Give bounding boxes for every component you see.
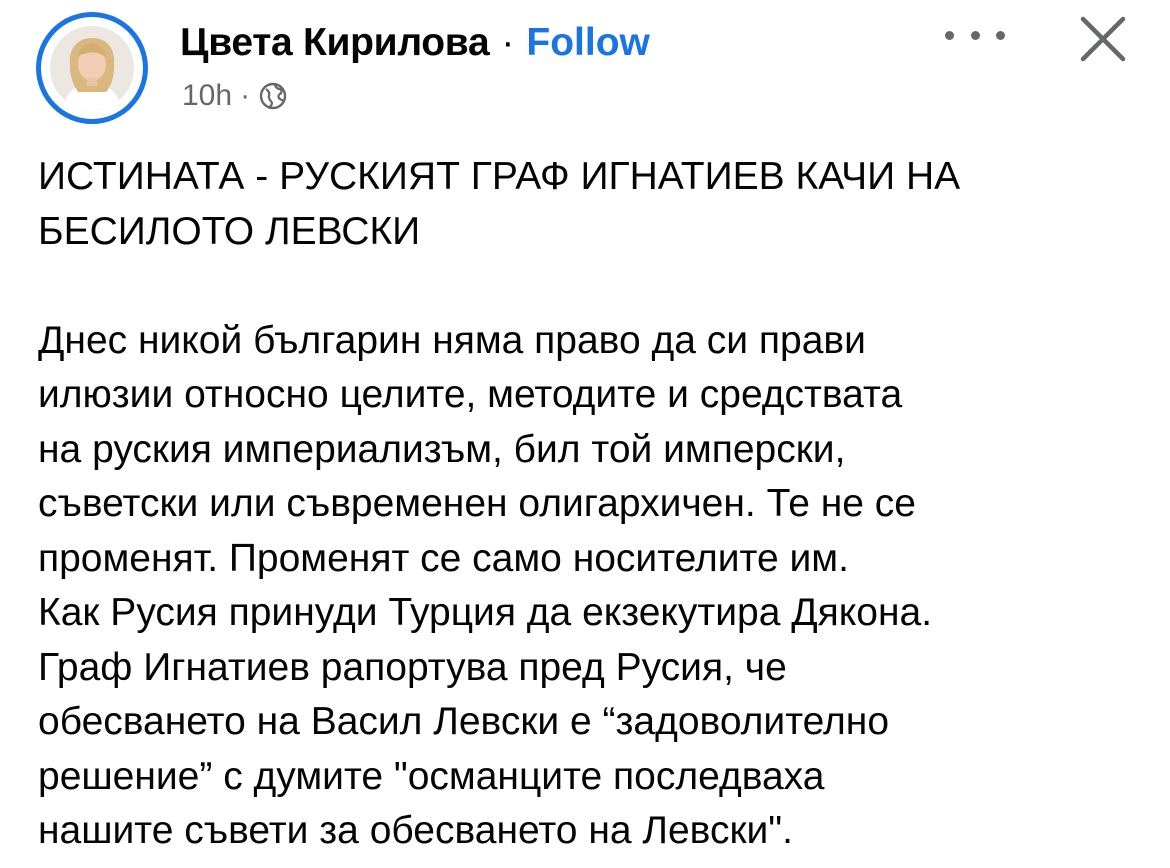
more-dot: [945, 30, 954, 40]
post-meta: 10h ·: [182, 76, 288, 116]
avatar[interactable]: [50, 26, 134, 110]
author-name[interactable]: Цвета Кирилова: [180, 21, 490, 65]
follow-button[interactable]: Follow: [526, 21, 649, 65]
post-header: Цвета Кирилова · Follow 10h ·: [0, 0, 1170, 140]
meta-separator: ·: [240, 79, 251, 112]
globe-icon: [258, 81, 288, 111]
more-dot: [996, 30, 1005, 40]
more-dot: [970, 30, 980, 40]
name-separator: ·: [501, 21, 515, 64]
close-icon[interactable]: [1076, 12, 1130, 66]
avatar-photo: [50, 26, 134, 110]
post-content: ИСТИНАТА - РУСКИЯТ ГРАФ ИГНАТИЕВ КАЧИ НА…: [38, 150, 1148, 859]
post-timestamp[interactable]: 10h: [182, 79, 232, 113]
more-options-icon[interactable]: [945, 20, 1005, 50]
post-title: ИСТИНАТА - РУСКИЯТ ГРАФ ИГНАТИЕВ КАЧИ НА…: [38, 155, 961, 253]
avatar-story-ring[interactable]: [36, 12, 148, 124]
post-body: Днес никой българин няма право да си пра…: [38, 318, 933, 853]
author-row: Цвета Кирилова · Follow: [180, 18, 650, 68]
